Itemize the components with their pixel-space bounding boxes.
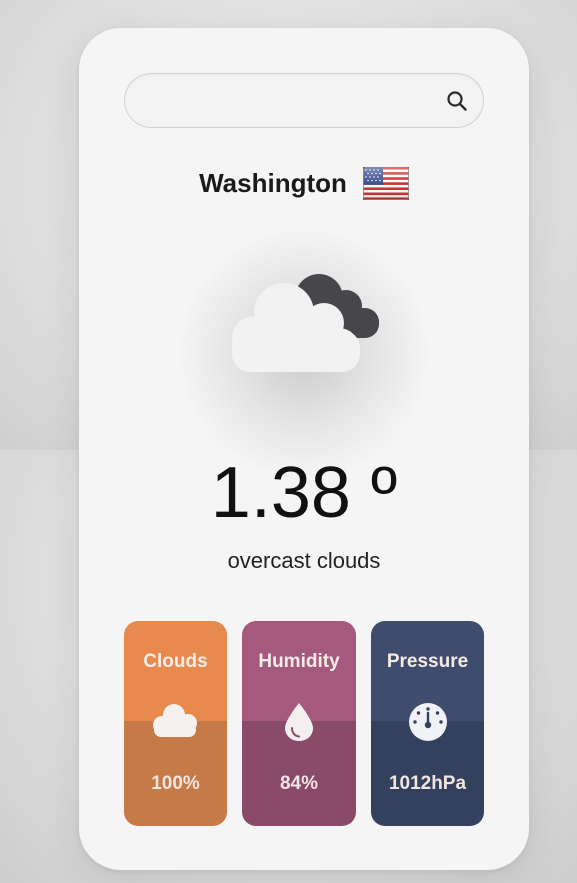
location-row: Washington [79, 163, 529, 203]
humidity-value: 84% [279, 773, 319, 794]
temperature: 1.38 º [210, 453, 398, 533]
search-bar [124, 73, 484, 129]
humidity-card: Humidity 84% [242, 621, 356, 826]
weather-description: overcast clouds [227, 548, 381, 573]
city-name: Washington [199, 167, 347, 198]
search-icon[interactable] [445, 89, 469, 113]
us-flag-icon [362, 166, 409, 200]
clouds-card: Clouds 100% [124, 621, 227, 826]
pressure-card: Pressure 1012hPa [371, 621, 484, 826]
clouds-value: 100% [151, 773, 200, 794]
cloud-icon [153, 704, 197, 737]
pressure-value: 1012hPa [388, 773, 467, 794]
search-input[interactable] [143, 74, 437, 129]
water-drop-icon [285, 703, 313, 741]
humidity-label: Humidity [258, 651, 340, 672]
gauge-icon [409, 703, 447, 741]
overcast-clouds-icon [232, 274, 379, 372]
clouds-label: Clouds [143, 651, 208, 672]
pressure-label: Pressure [386, 651, 469, 672]
weather-card: Washington 1.38 º overcast clouds Clouds… [79, 28, 529, 870]
